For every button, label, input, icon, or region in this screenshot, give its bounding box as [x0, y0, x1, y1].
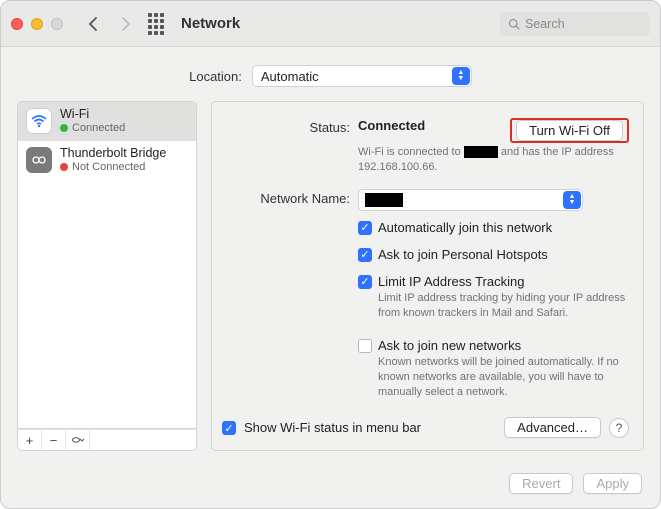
- status-label: Status:: [222, 118, 358, 135]
- titlebar: Network Search: [1, 1, 660, 47]
- stepper-icon: ▲▼: [563, 191, 581, 209]
- sidebar-footer: + −: [17, 429, 197, 451]
- show-status-label: Show Wi-Fi status in menu bar: [244, 420, 421, 435]
- bottom-button-row: Revert Apply: [1, 463, 660, 508]
- location-row: Location: Automatic ▲▼: [1, 47, 660, 101]
- status-dot-red: [60, 163, 68, 171]
- network-name-row: Network Name: ▲▼: [222, 189, 629, 211]
- personal-hotspots-checkbox-row: ✓ Ask to join Personal Hotspots: [358, 244, 629, 265]
- show-all-button[interactable]: [145, 13, 167, 35]
- service-status: Connected: [60, 122, 125, 134]
- personal-hotspots-checkbox[interactable]: ✓: [358, 248, 372, 262]
- limit-ip-description: Limit IP address tracking by hiding your…: [378, 291, 629, 321]
- zoom-window-button: [51, 18, 63, 30]
- limit-ip-checkbox[interactable]: ✓: [358, 275, 372, 289]
- service-status: Not Connected: [60, 161, 166, 173]
- status-value: Connected: [358, 118, 425, 133]
- search-placeholder: Search: [525, 17, 565, 31]
- ask-new-description: Known networks will be joined automatica…: [378, 355, 629, 400]
- status-detail: Wi-Fi is connected to and has the IP add…: [358, 145, 618, 175]
- revert-button[interactable]: Revert: [509, 473, 573, 494]
- show-status-checkbox[interactable]: ✓: [222, 421, 236, 435]
- network-name-label: Network Name:: [222, 189, 358, 211]
- sidebar-item-wifi[interactable]: Wi-Fi Connected: [18, 102, 196, 141]
- redacted-network-name: [365, 193, 403, 207]
- ask-new-checkbox-row: Ask to join new networks Known networks …: [358, 335, 629, 403]
- auto-join-label: Automatically join this network: [378, 220, 552, 235]
- status-dot-green: [60, 124, 68, 132]
- forward-button: [113, 12, 137, 36]
- turn-wifi-off-highlight: Turn Wi-Fi Off: [510, 118, 629, 143]
- location-value: Automatic: [261, 69, 319, 84]
- service-name: Thunderbolt Bridge: [60, 147, 166, 161]
- status-row: Status: Connected Turn Wi-Fi Off Wi-Fi i…: [222, 118, 629, 175]
- thunderbolt-bridge-icon: [26, 147, 52, 173]
- window-title: Network: [181, 15, 240, 32]
- turn-wifi-off-button[interactable]: Turn Wi-Fi Off: [516, 120, 623, 141]
- minimize-window-button[interactable]: [31, 18, 43, 30]
- services-sidebar: Wi-Fi Connected Thunderbolt Bridge Not C…: [17, 101, 197, 451]
- back-button[interactable]: [81, 12, 105, 36]
- services-list: Wi-Fi Connected Thunderbolt Bridge Not C…: [17, 101, 197, 429]
- service-actions-menu[interactable]: [66, 430, 90, 450]
- redacted-ssid: [464, 146, 498, 158]
- ask-new-label: Ask to join new networks: [378, 338, 629, 353]
- main-panel: Status: Connected Turn Wi-Fi Off Wi-Fi i…: [211, 101, 644, 451]
- ask-new-checkbox[interactable]: [358, 339, 372, 353]
- personal-hotspots-label: Ask to join Personal Hotspots: [378, 247, 548, 262]
- add-service-button[interactable]: +: [18, 430, 42, 450]
- apply-button[interactable]: Apply: [583, 473, 642, 494]
- auto-join-checkbox-row: ✓ Automatically join this network: [358, 217, 629, 238]
- content-area: Wi-Fi Connected Thunderbolt Bridge Not C…: [1, 101, 660, 463]
- close-window-button[interactable]: [11, 18, 23, 30]
- remove-service-button[interactable]: −: [42, 430, 66, 450]
- limit-ip-checkbox-row: ✓ Limit IP Address Tracking Limit IP add…: [358, 271, 629, 324]
- stepper-icon: ▲▼: [452, 67, 470, 85]
- main-footer: ✓ Show Wi-Fi status in menu bar Advanced…: [222, 409, 629, 438]
- auto-join-checkbox[interactable]: ✓: [358, 221, 372, 235]
- service-name: Wi-Fi: [60, 108, 125, 122]
- search-input[interactable]: Search: [500, 12, 650, 36]
- limit-ip-label: Limit IP Address Tracking: [378, 274, 629, 289]
- location-label: Location:: [189, 69, 242, 84]
- sidebar-item-thunderbolt-bridge[interactable]: Thunderbolt Bridge Not Connected: [18, 141, 196, 180]
- network-preferences-window: Network Search Location: Automatic ▲▼ Wi: [0, 0, 661, 509]
- location-select[interactable]: Automatic ▲▼: [252, 65, 472, 87]
- search-icon: [508, 18, 520, 30]
- network-name-select[interactable]: ▲▼: [358, 189, 583, 211]
- help-button[interactable]: ?: [609, 418, 629, 438]
- window-controls: [11, 18, 63, 30]
- wifi-icon: [26, 108, 52, 134]
- advanced-button[interactable]: Advanced…: [504, 417, 601, 438]
